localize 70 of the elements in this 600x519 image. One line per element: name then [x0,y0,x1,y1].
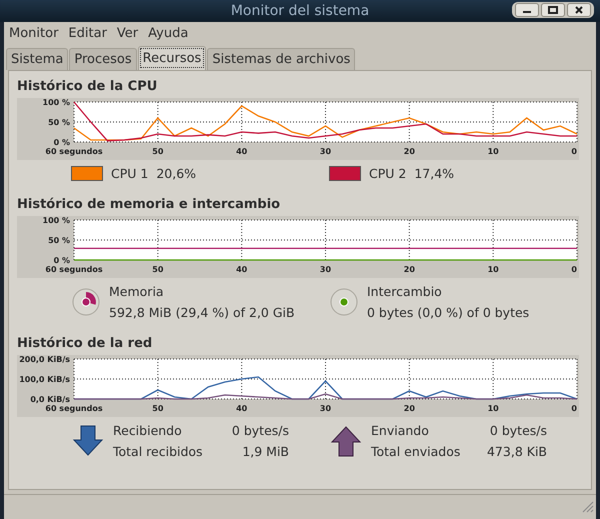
axis-label: 30 [320,404,332,413]
axis-label: 20 [404,147,415,156]
legend-label: Total recibidos [113,444,204,459]
section-title: Histórico de la CPU [17,79,158,94]
legend-label: CPU 2 [369,166,406,181]
legend-value: 592,8 MiB (29,4 %) of 2,0 GiB [109,305,295,320]
color-swatch[interactable] [71,166,103,181]
axis-label: 0 % [54,256,70,265]
axis-label: 100 % [42,98,70,107]
axis-label: 60 segundos [45,265,103,274]
tab[interactable]: Sistema [6,48,68,70]
legend-value: 17,4% [414,166,454,181]
axis-label: 0 % [54,138,70,147]
axis-label: 10 [488,404,499,413]
axis-label: 40 [236,265,248,274]
dot-icon [329,287,359,317]
legend-label: Enviando [371,423,430,438]
axis-label: 100,0 KiB/s [19,375,70,384]
up-arrow-icon [329,424,363,458]
pie-icon [71,287,101,317]
menu-item[interactable]: Ver [116,26,138,40]
legend-label: Recibiendo [113,423,183,438]
close-button[interactable] [567,3,591,17]
legend-label: Total enviados [371,444,462,459]
axis-label: 100 % [42,216,70,225]
menu-item[interactable]: Monitor [9,26,58,40]
axis-label: 20 [404,404,415,413]
axis-label: 10 [488,265,499,274]
legend-label: Intercambio [367,284,443,299]
axis-label: 200,0 KiB/s [19,355,70,364]
axis-label: 40 [236,404,248,413]
axis-label: 50 % [48,118,70,127]
color-swatch[interactable] [329,166,361,181]
axis-label: 0 [571,404,577,413]
axis-label: 50 [152,265,164,274]
legend-label: CPU 1 [111,166,148,181]
legend-value: 1,9 MiB [241,444,289,459]
legend-value: 0 bytes (0,0 %) of 0 bytes [367,305,530,320]
axis-label: 10 [488,147,499,156]
axis-label: 50 [152,404,164,413]
legend-value: 20,6% [156,166,196,181]
menu-item[interactable]: Editar [68,26,107,40]
tab[interactable]: Sistemas de archivos [207,48,356,70]
axis-label: 0,0 KiB/s [30,395,70,404]
maximize-button[interactable] [541,3,565,17]
legend-value: 473,8 KiB [486,444,547,459]
axis-label: 60 segundos [45,147,103,156]
axis-label: 30 [320,265,332,274]
minimize-button[interactable] [515,3,539,17]
axis-label: 0 [571,147,577,156]
axis-label: 0 [571,265,577,274]
legend-value: 0 bytes/s [488,423,547,438]
axis-label: 20 [404,265,415,274]
close-icon [574,6,584,14]
axis-label: 30 [320,147,332,156]
tab[interactable]: Recursos [138,46,206,70]
section-title: Histórico de la red [17,336,154,351]
axis-label: 40 [236,147,248,156]
legend-label: Memoria [109,284,165,299]
section-title: Histórico de memoria e intercambio [17,197,282,212]
axis-label: 50 [152,147,164,156]
down-arrow-icon [71,424,105,458]
axis-label: 60 segundos [45,404,103,413]
menu-item[interactable]: Ayuda [148,26,188,40]
legend-value: 0 bytes/s [230,423,289,438]
maximize-icon [548,6,558,14]
resize-grip-icon[interactable] [582,501,594,513]
axis-label: 50 % [48,236,70,245]
window-title: Monitor del sistema [230,3,370,19]
tab[interactable]: Procesos [69,48,137,70]
